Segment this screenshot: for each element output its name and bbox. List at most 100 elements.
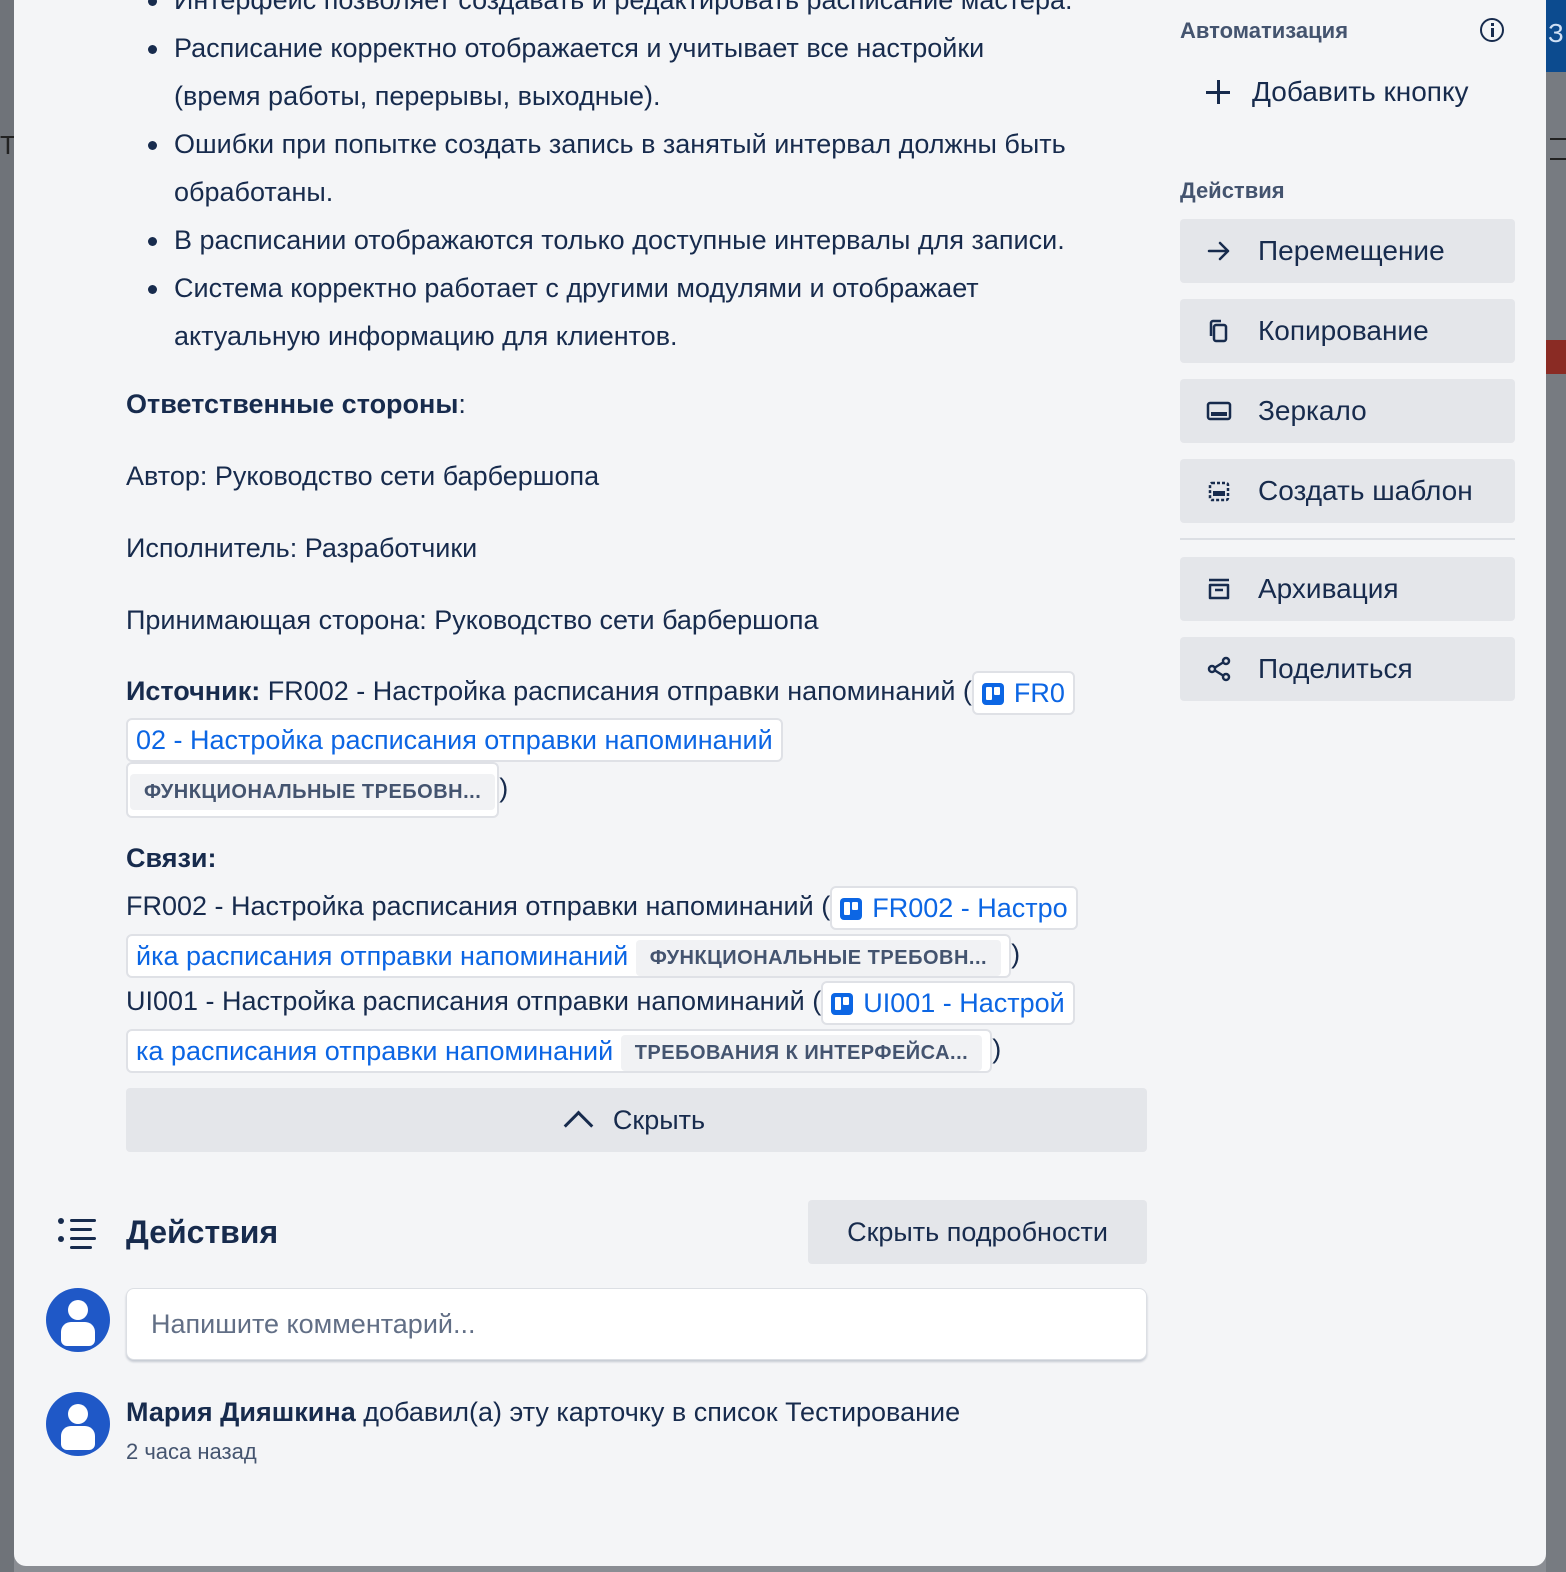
close-paren: ) <box>1011 939 1021 969</box>
activity-user[interactable]: Мария Дияшкина <box>126 1397 356 1427</box>
activity-entry: Мария Дияшкина добавил(а) эту карточку в… <box>126 1390 960 1434</box>
activity-timestamp[interactable]: 2 часа назад <box>126 1434 257 1470</box>
acceptor-line: Принимающая сторона: Руководство сети ба… <box>126 605 819 635</box>
mirror-label: Зеркало <box>1258 395 1367 426</box>
arrow-right-icon <box>1207 241 1230 261</box>
chevron-up-icon <box>563 1110 594 1140</box>
avatar[interactable] <box>46 1288 110 1352</box>
sidebar-divider <box>1180 538 1515 540</box>
link1-card-link[interactable]: FR002 - Настро <box>830 885 1078 930</box>
list-item: Интерфейс позволяет создавать и редактир… <box>148 0 1148 24</box>
link1-link-text: FR002 - Настро <box>872 892 1068 923</box>
responsible-colon: : <box>458 389 466 419</box>
actions-label: Действия <box>1180 178 1285 203</box>
card-icon <box>840 897 863 920</box>
source-line-2: 02 - Настройка расписания отправки напом… <box>126 714 783 762</box>
backdrop-blue-button: З <box>1546 0 1566 72</box>
acceptance-criteria-list: Интерфейс позволяет создавать и редактир… <box>148 0 1148 360</box>
link2-link-text-cont: ка расписания отправки напоминаний <box>136 1035 614 1066</box>
archive-label: Архивация <box>1258 573 1399 604</box>
link1-list-badge: ФУНКЦИОНАЛЬНЫЕ ТРЕБОВН... <box>635 939 1002 976</box>
source-text: FR002 - Настройка расписания отправки на… <box>260 676 972 706</box>
backdrop-right-fragment: З <box>1548 18 1564 48</box>
executor-line: Исполнитель: Разработчики <box>126 533 478 563</box>
plus-icon <box>1206 80 1230 104</box>
create-template-label: Создать шаблон <box>1258 475 1473 506</box>
close-paren: ) <box>499 773 509 804</box>
source-list-badge-box[interactable]: ФУНКЦИОНАЛЬНЫЕ ТРЕБОВН... <box>126 762 500 818</box>
move-label: Перемещение <box>1258 235 1445 266</box>
copy-icon <box>1209 319 1228 343</box>
source-list-badge: ФУНКЦИОНАЛЬНЫЕ ТРЕБОВН... <box>130 773 496 810</box>
source-label: Источник: <box>126 676 261 706</box>
source-link-text-cont: 02 - Настройка расписания отправки напом… <box>136 724 773 755</box>
activity-avatar[interactable] <box>46 1392 110 1456</box>
list-item-text-cont: (время работы, перерывы, выходные). <box>174 81 661 111</box>
share-icon <box>1207 656 1231 682</box>
card-main-column: Интерфейс позволяет создавать и редактир… <box>14 0 1174 1566</box>
links-heading: Связи: <box>126 843 217 873</box>
link2-link-text: UI001 - Настрой <box>863 987 1065 1018</box>
link1-line: FR002 - Настройка расписания отправки на… <box>126 882 1078 930</box>
backdrop-board-left: Ta <box>0 0 27 1572</box>
template-icon <box>1208 481 1230 502</box>
mirror-button[interactable]: Зеркало <box>1180 379 1515 443</box>
link2-list-badge: ТРЕБОВАНИЯ К ИНТЕРФЕЙСА... <box>620 1034 983 1071</box>
source-link-text: FR0 <box>1013 677 1065 708</box>
source-line-3: ФУНКЦИОНАЛЬНЫЕ ТРЕБОВН...) <box>126 762 508 818</box>
add-button-label: Добавить кнопку <box>1252 76 1469 107</box>
archive-button[interactable]: Архивация <box>1180 557 1515 621</box>
backdrop-menu-icon <box>1550 138 1566 160</box>
info-icon[interactable] <box>1480 18 1504 42</box>
list-item-text: Система корректно работает с другими мод… <box>174 273 979 303</box>
list-item-text: Расписание корректно отображается и учит… <box>174 33 985 63</box>
card-detail-modal: Интерфейс позволяет создавать и редактир… <box>14 0 1546 1566</box>
hide-details-button[interactable]: Скрыть подробности <box>808 1200 1147 1264</box>
link2-text: UI001 - Настройка расписания отправки на… <box>126 986 822 1016</box>
link1-card-link-cont[interactable]: йка расписания отправки напоминаний ФУНК… <box>126 933 1012 978</box>
link1-text: FR002 - Настройка расписания отправки на… <box>126 891 831 921</box>
activity-title: Действия <box>126 1214 279 1250</box>
list-item: В расписании отображаются только доступн… <box>148 216 1148 264</box>
archive-icon <box>1208 578 1230 600</box>
copy-label: Копирование <box>1258 315 1429 346</box>
list-item: Расписание корректно отображается и учит… <box>148 24 1148 120</box>
automation-label: Автоматизация <box>1180 18 1349 43</box>
create-template-button[interactable]: Создать шаблон <box>1180 459 1515 523</box>
list-item-text: Ошибки при попытке создать запись в заня… <box>174 129 1066 159</box>
link2-line: UI001 - Настройка расписания отправки на… <box>126 977 1075 1025</box>
card-icon <box>831 992 854 1015</box>
collapse-description-button[interactable]: Скрыть <box>126 1088 1147 1152</box>
activity-list-icon <box>58 1214 98 1250</box>
link1-line-2: йка расписания отправки напоминаний ФУНК… <box>126 930 1020 978</box>
add-button-button[interactable]: Добавить кнопку <box>1206 68 1469 116</box>
source-card-link-cont[interactable]: 02 - Настройка расписания отправки напом… <box>126 717 783 762</box>
list-item-text: В расписании отображаются только доступн… <box>174 225 1065 255</box>
share-button[interactable]: Поделиться <box>1180 637 1515 701</box>
move-button[interactable]: Перемещение <box>1180 219 1515 283</box>
list-item: Ошибки при попытке создать запись в заня… <box>148 120 1148 216</box>
link2-card-link[interactable]: UI001 - Настрой <box>821 980 1075 1025</box>
close-paren: ) <box>992 1034 1002 1064</box>
backdrop-board-right: З <box>1546 0 1566 1572</box>
source-line: Источник: FR002 - Настройка расписания о… <box>126 667 1075 715</box>
author-line: Автор: Руководство сети барбершопа <box>126 461 600 491</box>
mirror-icon <box>1206 401 1232 421</box>
list-item-text-cont: обработаны. <box>174 177 334 207</box>
responsible-label: Ответственные стороны <box>126 389 459 419</box>
share-label: Поделиться <box>1258 653 1413 684</box>
link2-card-link-cont[interactable]: ка расписания отправки напоминаний ТРЕБО… <box>126 1028 993 1073</box>
copy-button[interactable]: Копирование <box>1180 299 1515 363</box>
responsible-heading: Ответственные стороны: <box>126 380 466 428</box>
card-icon <box>981 682 1004 705</box>
comment-input[interactable] <box>126 1288 1147 1360</box>
list-item-text: Интерфейс позволяет создавать и редактир… <box>174 0 1073 15</box>
source-card-link[interactable]: FR0 <box>971 670 1075 715</box>
list-item-text-cont: актуальную информацию для клиентов. <box>174 321 678 351</box>
collapse-label: Скрыть <box>612 1104 706 1135</box>
backdrop-red-label <box>1546 340 1566 374</box>
link1-link-text-cont: йка расписания отправки напоминаний <box>136 940 629 971</box>
list-item: Система корректно работает с другими мод… <box>148 264 1148 360</box>
activity-text: добавил(а) эту карточку в список Тестиро… <box>355 1397 961 1427</box>
link2-line-2: ка расписания отправки напоминаний ТРЕБО… <box>126 1025 1001 1073</box>
